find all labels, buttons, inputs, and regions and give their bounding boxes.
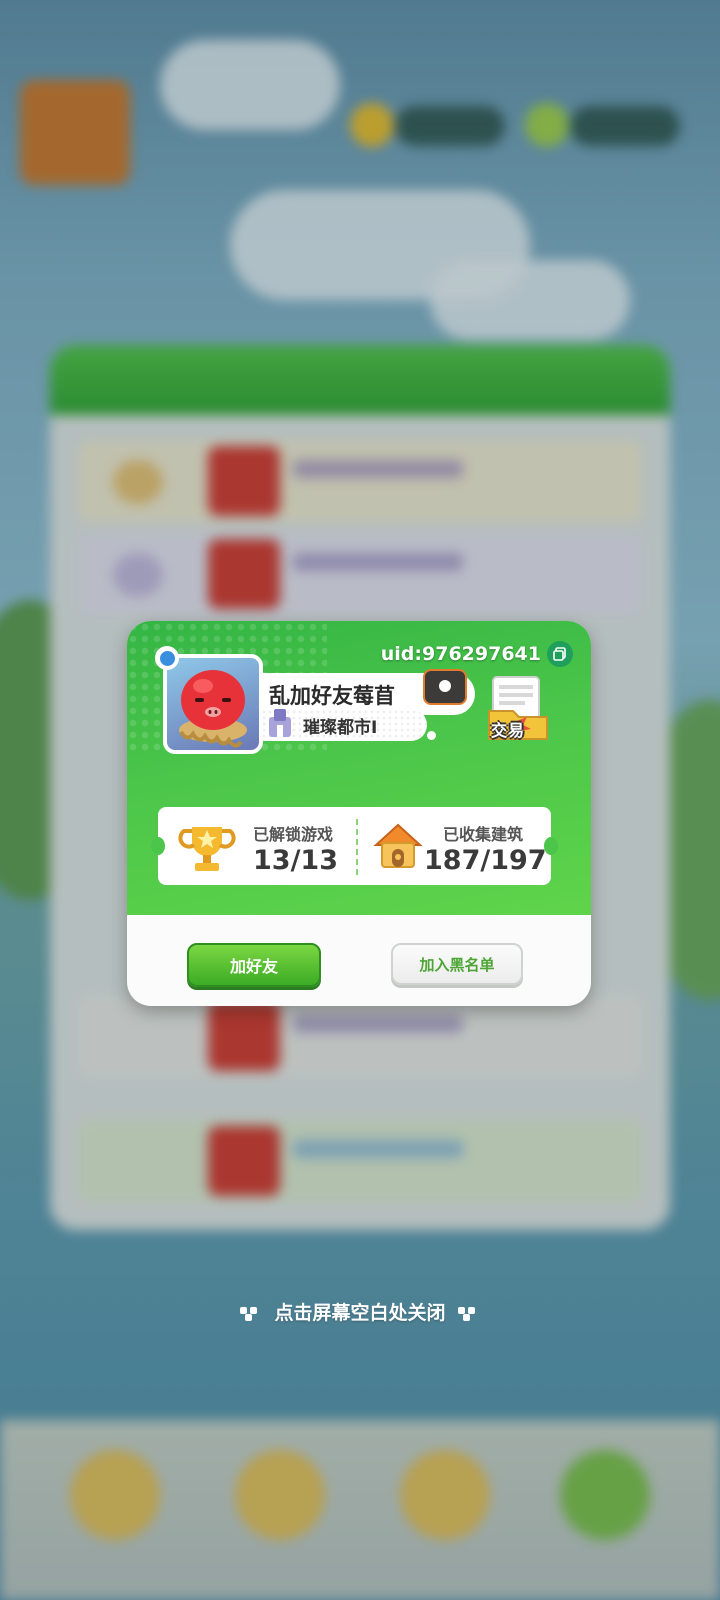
add-to-blacklist-button[interactable]: 加入黑名单 xyxy=(391,943,523,985)
trade-label: 交易 xyxy=(491,721,526,740)
level-badge-icon xyxy=(423,669,467,705)
buildings-collected-label: 已收集建筑 xyxy=(443,825,524,844)
sparkle-right-icon xyxy=(458,1306,480,1321)
stats-panel: 已解锁游戏 13/13 已收集建筑 187/197 xyxy=(151,807,558,885)
city-icon xyxy=(269,709,291,737)
buildings-collected-value: 187/197 xyxy=(424,845,547,876)
player-name: 乱加好友莓苜 xyxy=(269,684,395,708)
games-unlocked-value: 13/13 xyxy=(253,845,339,876)
trophy-icon xyxy=(178,827,236,871)
octopus-avatar-icon xyxy=(179,670,247,748)
gender-badge xyxy=(155,646,179,670)
copy-uid-button[interactable] xyxy=(547,641,573,667)
copy-icon xyxy=(553,647,566,661)
add-friend-button[interactable]: 加好友 xyxy=(187,943,321,987)
uid-row: uid:976297641 xyxy=(381,641,573,667)
player-avatar[interactable] xyxy=(163,654,263,754)
player-city: 璀璨都市I xyxy=(303,718,378,738)
male-icon xyxy=(159,650,175,666)
close-hint: 点击屏幕空白处关闭 xyxy=(0,1298,720,1325)
uid-text: uid:976297641 xyxy=(380,643,541,665)
player-profile-card: uid:976297641 乱加好友莓苜 璀璨都市I 交易 已解锁游戏 13/1… xyxy=(127,621,591,1006)
close-hint-text: 点击屏幕空白处关闭 xyxy=(274,1302,446,1324)
games-unlocked-label: 已解锁游戏 xyxy=(253,825,334,844)
sparkle-left-icon xyxy=(239,1306,262,1321)
profile-header: uid:976297641 乱加好友莓苜 璀璨都市I 交易 已解锁游戏 13/1… xyxy=(127,621,591,915)
house-icon xyxy=(373,823,423,868)
